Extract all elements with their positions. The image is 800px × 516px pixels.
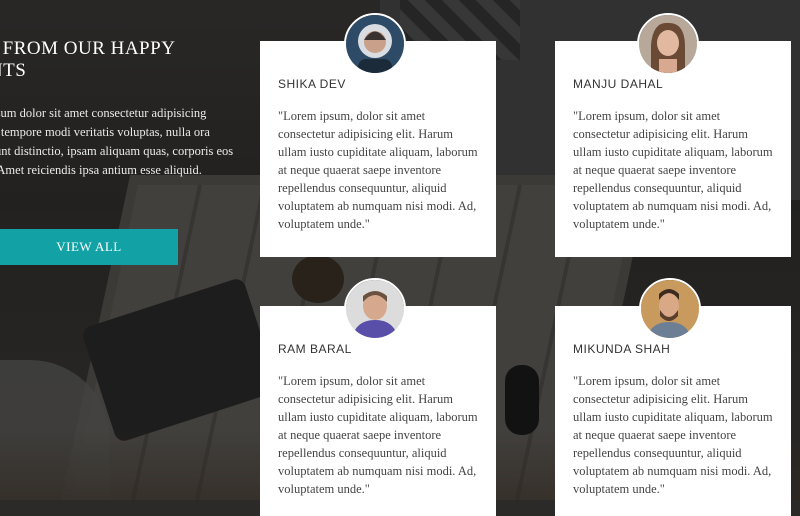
intro-text: m, ipsum dolor sit amet consectetur adip… [0,106,234,177]
intro-block: AR FROM OUR HAPPY IENTS m, ipsum dolor s… [0,38,235,180]
view-all-button[interactable]: VIEW ALL [0,229,178,265]
person-avatar-icon [639,15,697,73]
testimonial-quote: "Lorem ipsum, dolor sit amet consectetur… [278,374,478,496]
testimonial-quote: "Lorem ipsum, dolor sit amet consectetur… [573,109,773,231]
section-title-line1: AR FROM OUR HAPPY [0,38,176,59]
section-title: AR FROM OUR HAPPY IENTS [0,38,235,82]
testimonial-name: SHIKA DEV [278,77,346,91]
testimonial-name: RAM BARAL [278,342,352,356]
section-title-line2: IENTS [0,60,27,81]
testimonial-name: MANJU DAHAL [573,77,664,91]
avatar [637,13,699,75]
person-avatar-icon [641,280,699,338]
avatar [639,278,701,340]
person-avatar-icon [346,15,404,73]
testimonial-card: RAM BARAL "Lorem ipsum, dolor sit amet c… [260,278,496,516]
testimonial-quote: "Lorem ipsum, dolor sit amet consectetur… [573,374,773,496]
testimonial-quote: "Lorem ipsum, dolor sit amet consectetur… [278,109,478,231]
avatar [344,13,406,75]
testimonial-name: MIKUNDA SHAH [573,342,671,356]
testimonial-card: MANJU DAHAL "Lorem ipsum, dolor sit amet… [555,13,791,257]
avatar [344,278,406,340]
person-avatar-icon [346,280,404,338]
testimonial-card: SHIKA DEV "Lorem ipsum, dolor sit amet c… [260,13,496,257]
testimonial-card: MIKUNDA SHAH "Lorem ipsum, dolor sit ame… [555,278,791,516]
